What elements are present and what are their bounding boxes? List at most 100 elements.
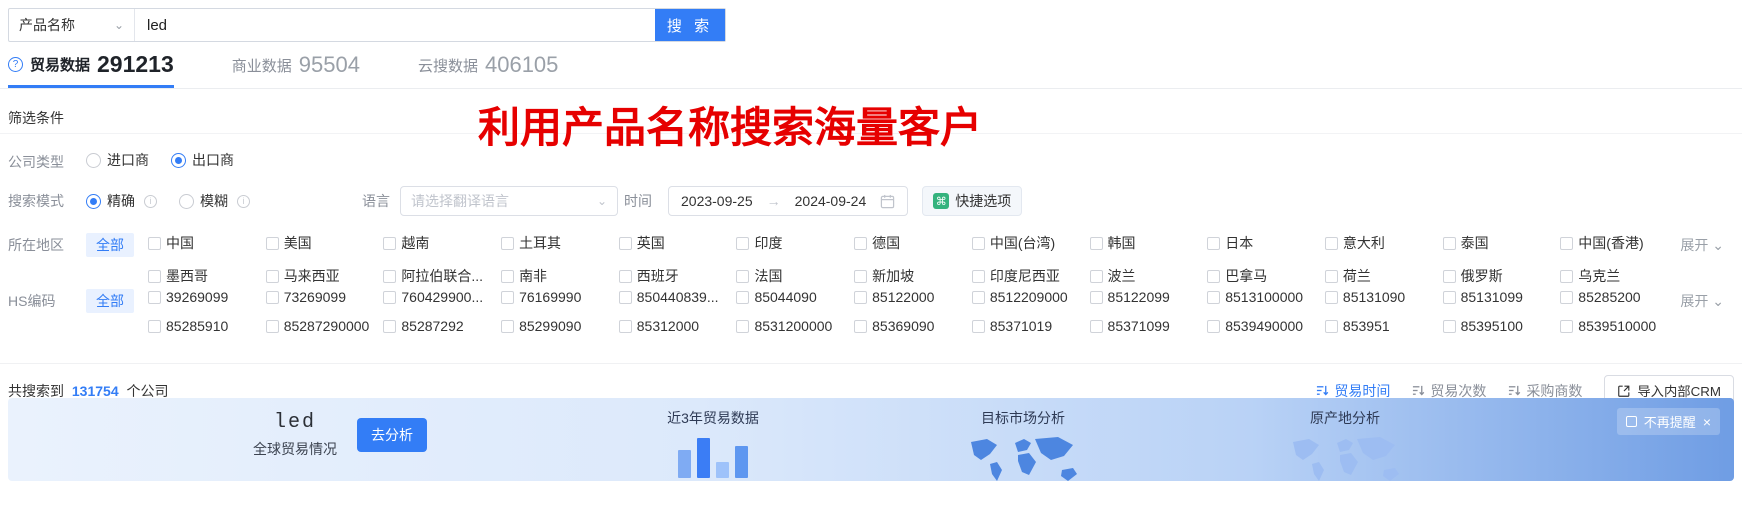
hs-all-chip[interactable]: 全部 <box>86 289 134 313</box>
region-checkbox[interactable]: 乌克兰 <box>1560 266 1678 286</box>
hs-code-checkbox[interactable]: 73269099 <box>265 289 384 305</box>
hs-expand-link[interactable]: 展开 ⌄ <box>1680 291 1724 311</box>
hs-code-checkbox[interactable]: 85044090 <box>736 289 854 305</box>
hs-code-checkbox[interactable]: 85122000 <box>854 289 972 305</box>
checkbox-icon <box>383 319 397 333</box>
checkbox-label: 中国(台湾) <box>989 235 1056 251</box>
region-checkbox[interactable]: 中国(台湾) <box>971 233 1090 253</box>
hs-code-checkbox[interactable]: 85395100 <box>1442 318 1561 334</box>
hs-code-checkbox[interactable]: 8513100000 <box>1207 289 1325 305</box>
region-checkbox[interactable]: 韩国 <box>1089 233 1208 253</box>
search-button[interactable]: 搜 索 <box>655 9 725 41</box>
radio-exact[interactable]: 精确 i <box>86 191 157 211</box>
hs-code-checkbox[interactable]: 85369090 <box>854 318 972 334</box>
hs-code-checkbox[interactable]: 8539510000 <box>1560 318 1678 334</box>
language-select[interactable]: 请选择翻译语言 ⌄ <box>400 186 618 216</box>
region-checkbox-grid: 中国 美国 越南 土耳其 英国 印度 德国 中国(台湾) 韩国 日本 意大利 泰… <box>148 233 1678 286</box>
region-checkbox[interactable]: 日本 <box>1207 233 1325 253</box>
hs-code-checkbox[interactable]: 8512209000 <box>971 289 1090 305</box>
checkbox-label: 阿拉伯联合... <box>401 268 484 284</box>
radio-fuzzy[interactable]: 模糊 i <box>179 191 250 211</box>
hs-code-checkbox[interactable]: 853951 <box>1324 318 1443 334</box>
hs-code-checkbox[interactable]: 85371019 <box>971 318 1090 334</box>
origin-analysis-card[interactable]: 原产地分析 <box>1270 408 1420 481</box>
region-checkbox[interactable]: 新加坡 <box>854 266 972 286</box>
region-checkbox[interactable]: 越南 <box>383 233 501 253</box>
hs-code-checkbox[interactable]: 8539490000 <box>1207 318 1325 334</box>
date-range-picker[interactable]: 2023-09-25 → 2024-09-24 <box>668 186 909 216</box>
region-checkbox[interactable]: 俄罗斯 <box>1442 266 1561 286</box>
target-market-card[interactable]: 目标市场分析 <box>948 408 1098 481</box>
checkbox-square-icon[interactable] <box>1625 416 1637 427</box>
tab-trade-data[interactable]: ? 贸易数据 291213 <box>8 51 174 88</box>
region-checkbox[interactable]: 巴拿马 <box>1207 266 1325 286</box>
range-arrow-icon: → <box>766 193 781 209</box>
region-all-chip[interactable]: 全部 <box>86 233 134 257</box>
chevron-down-icon: ⌄ <box>113 18 124 32</box>
hs-code-checkbox[interactable]: 850440839... <box>618 289 737 305</box>
checkbox-icon <box>1207 269 1221 283</box>
checkbox-label: 中国 <box>166 235 194 251</box>
quick-options-button[interactable]: ⌘ 快捷选项 <box>922 186 1023 216</box>
region-checkbox[interactable]: 印度尼西亚 <box>971 266 1090 286</box>
region-expand-link[interactable]: 展开 ⌄ <box>1680 235 1724 255</box>
radio-exporter[interactable]: 出口商 <box>171 150 234 170</box>
close-icon[interactable]: × <box>1703 415 1711 429</box>
question-icon[interactable]: ? <box>8 57 23 72</box>
region-checkbox[interactable]: 德国 <box>854 233 972 253</box>
checkbox-icon <box>854 269 868 283</box>
radio-icon <box>179 193 194 209</box>
hs-code-checkbox[interactable]: 85312000 <box>618 318 737 334</box>
region-checkbox[interactable]: 美国 <box>265 233 384 253</box>
region-checkbox[interactable]: 中国 <box>148 233 266 253</box>
region-checkbox[interactable]: 印度 <box>736 233 854 253</box>
dismiss-label[interactable]: 不再提醒 <box>1644 412 1696 431</box>
trade-data-card[interactable]: 近3年贸易数据 <box>638 408 788 478</box>
hs-code-checkbox[interactable]: 85287292 <box>383 318 501 334</box>
checkbox-label: 76169990 <box>519 289 582 305</box>
tab-label: 贸易数据 <box>30 57 91 74</box>
checkbox-label: 8539490000 <box>1225 318 1304 334</box>
hs-code-checkbox[interactable]: 85285910 <box>148 318 266 334</box>
region-checkbox[interactable]: 西班牙 <box>618 266 737 286</box>
checkbox-label: 85122099 <box>1107 289 1170 305</box>
hs-code-checkbox[interactable]: 85371099 <box>1089 318 1208 334</box>
checkbox-icon <box>736 290 750 304</box>
hs-code-checkbox[interactable]: 85287290000 <box>265 318 384 334</box>
radio-importer[interactable]: 进口商 <box>86 150 149 170</box>
hs-code-checkbox[interactable]: 85131099 <box>1442 289 1561 305</box>
search-input[interactable] <box>135 9 655 41</box>
region-checkbox[interactable]: 南非 <box>501 266 619 286</box>
hs-code-checkbox[interactable]: 85122099 <box>1089 289 1208 305</box>
checkbox-label: 西班牙 <box>636 268 679 284</box>
hs-code-checkbox[interactable]: 760429900... <box>383 289 501 305</box>
hs-code-checkbox[interactable]: 39269099 <box>148 289 266 305</box>
region-checkbox[interactable]: 墨西哥 <box>148 266 266 286</box>
search-category-dropdown[interactable]: 产品名称 ⌄ <box>9 9 135 41</box>
hs-code-checkbox[interactable]: 85131090 <box>1324 289 1443 305</box>
bar <box>678 450 691 478</box>
hs-code-checkbox[interactable]: 8531200000 <box>736 318 854 334</box>
region-checkbox[interactable]: 荷兰 <box>1324 266 1443 286</box>
tab-business-data[interactable]: 商业数据 95504 <box>232 52 360 88</box>
region-checkbox[interactable]: 意大利 <box>1324 233 1443 253</box>
results-prefix: 共搜索到 <box>8 382 64 399</box>
checkbox-label: 853951 <box>1342 318 1390 334</box>
region-checkbox[interactable]: 土耳其 <box>501 233 619 253</box>
region-checkbox[interactable]: 阿拉伯联合... <box>383 266 501 286</box>
region-checkbox[interactable]: 波兰 <box>1089 266 1208 286</box>
checkbox-icon <box>265 269 279 283</box>
hs-code-checkbox[interactable]: 76169990 <box>501 289 619 305</box>
hs-code-checkbox[interactable]: 85299090 <box>501 318 619 334</box>
hs-code-checkbox[interactable]: 85285200 <box>1560 289 1678 305</box>
world-map-icon <box>1293 437 1399 481</box>
analysis-banner: led 全球贸易情况 去分析 近3年贸易数据 目标市场分析 原产地分析 不再提醒… <box>8 398 1734 481</box>
region-checkbox[interactable]: 英国 <box>618 233 737 253</box>
checkbox-label: 英国 <box>636 235 665 251</box>
analyze-button[interactable]: 去分析 <box>357 418 427 452</box>
region-checkbox[interactable]: 法国 <box>736 266 854 286</box>
tab-cloud-search-data[interactable]: 云搜数据 406105 <box>418 52 558 88</box>
region-checkbox[interactable]: 泰国 <box>1442 233 1561 253</box>
region-checkbox[interactable]: 中国(香港) <box>1560 233 1678 253</box>
region-checkbox[interactable]: 马来西亚 <box>265 266 384 286</box>
